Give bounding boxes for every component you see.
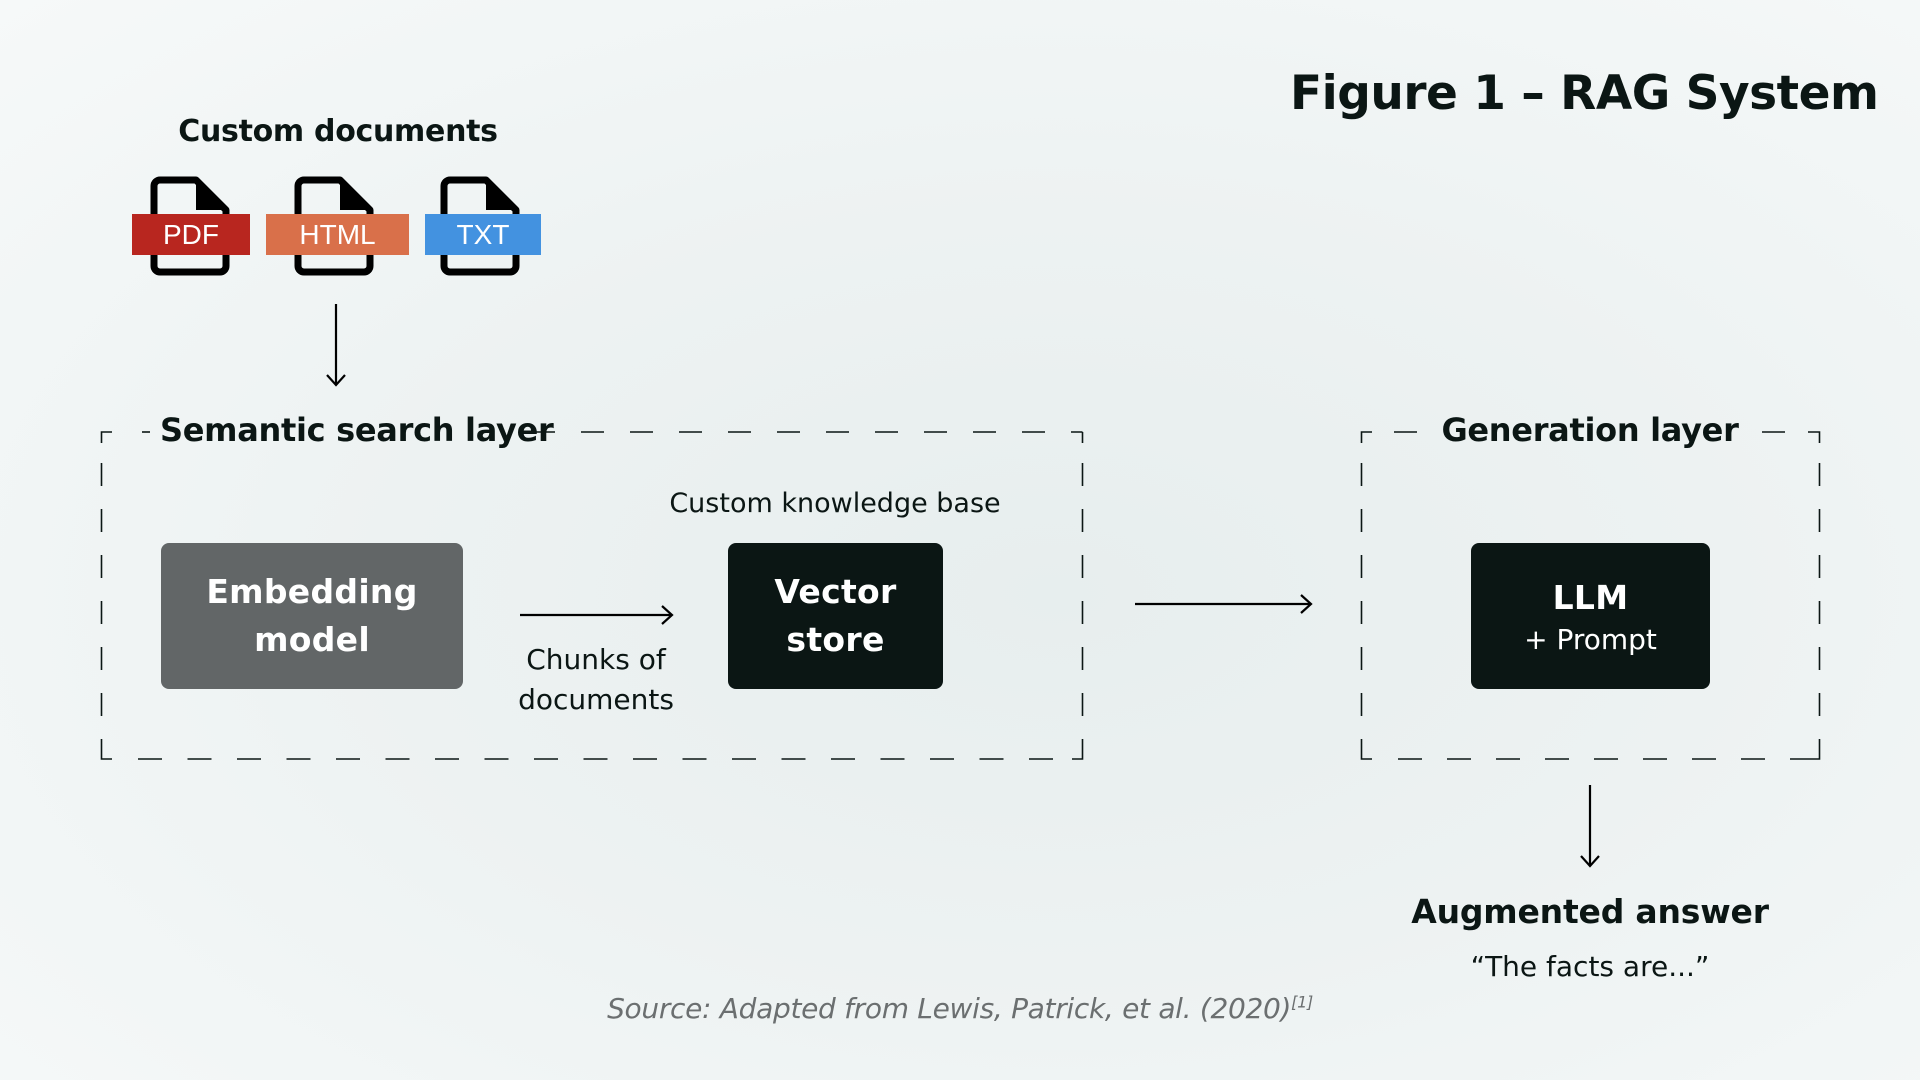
source-text: Source: Adapted from Lewis, Patrick, et … [607,992,1292,1025]
html-file: HTML [266,174,410,276]
vector-store-box: Vector store [728,543,943,689]
arrow-semantic-to-generation [1135,594,1315,614]
txt-label: TXT [425,214,541,255]
llm-line2: + Prompt [1524,623,1657,656]
arrow-embedding-to-vector [520,605,675,625]
chunks-of-documents-label: Chunks of documents [496,640,696,720]
llm-line1: LLM [1552,578,1629,617]
vector-line1: Vector [774,572,897,611]
txt-file: TXT [425,174,543,276]
vector-line2: store [786,620,885,659]
html-label: HTML [266,214,409,255]
chunks-line2: documents [518,683,674,716]
embedding-line2: model [254,620,370,659]
llm-box: LLM + Prompt [1471,543,1710,689]
custom-documents-title: Custom documents [178,114,498,149]
embedding-line1: Embedding [206,572,418,611]
semantic-search-layer-label: Semantic search layer [160,411,554,449]
augmented-answer-example: “The facts are...” [1470,950,1710,983]
pdf-file: PDF [132,174,252,276]
embedding-model-box: Embedding model [161,543,463,689]
arrow-docs-to-semantic [326,304,346,388]
custom-knowledge-base-label: Custom knowledge base [669,488,1001,519]
generation-layer-label: Generation layer [1441,411,1739,449]
source-citation: Source: Adapted from Lewis, Patrick, et … [560,992,1360,1025]
figure-title: Figure 1 – RAG System [1290,66,1879,121]
augmented-answer-title: Augmented answer [1411,892,1769,931]
source-reference[interactable]: [1] [1291,993,1313,1012]
chunks-line1: Chunks of [526,643,666,676]
arrow-generation-to-answer [1580,785,1600,869]
pdf-label: PDF [132,214,250,255]
